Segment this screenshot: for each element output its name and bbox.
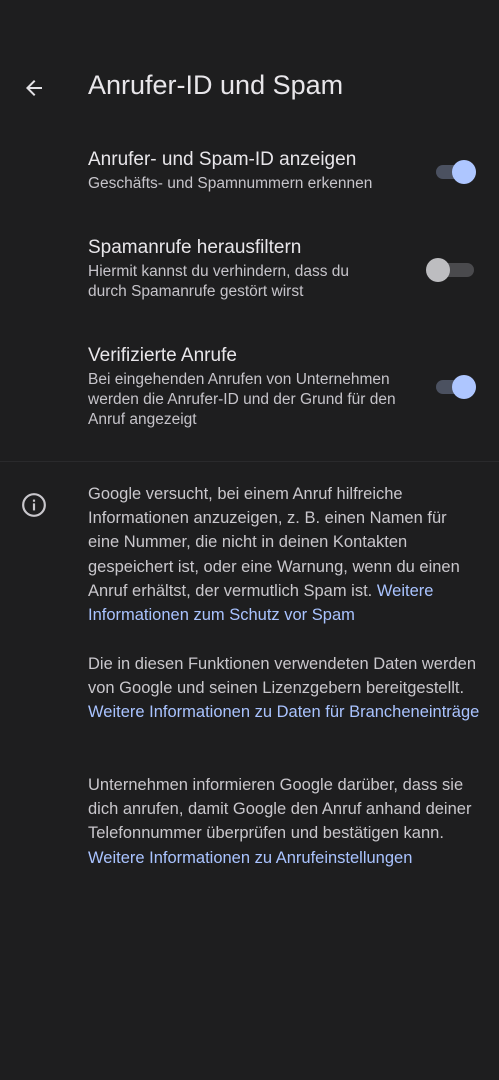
switch-thumb [426,258,450,282]
setting-description: Geschäfts- und Spamnummern erkennen [88,175,373,192]
setting-description: Bei eingehenden Anrufen von Unternehmen … [88,371,396,428]
setting-description: Hiermit kannst du verhindern, dass du du… [88,263,350,300]
back-button[interactable] [14,68,54,108]
info-paragraph: Google versucht, bei einem Anruf hilfrei… [88,482,480,627]
section-divider [0,461,499,462]
arrow-back-icon [26,80,42,96]
filter-spam-toggle[interactable] [426,258,476,282]
verified-calls-toggle[interactable] [434,375,478,399]
page-title: Anrufer-ID und Spam [88,70,344,100]
setting-verified-calls[interactable]: Verifizierte Anrufe Bei eingehenden Anru… [0,344,499,434]
info-paragraph: Die in diesen Funktionen verwendeten Dat… [88,652,480,725]
top-app-bar: Anrufer-ID und Spam [0,56,499,122]
setting-title: Verifizierte Anrufe [88,345,237,366]
setting-caller-spam-id[interactable]: Anrufer- und Spam-ID anzeigen Geschäfts-… [0,148,499,208]
setting-title: Anrufer- und Spam-ID anzeigen [88,149,357,170]
info-paragraph: Unternehmen informieren Google darüber, … [88,773,480,870]
switch-thumb [452,160,476,184]
caller-spam-id-toggle[interactable] [434,160,478,184]
setting-title: Spamanrufe herausfiltern [88,237,302,258]
info-text: Unternehmen informieren Google darüber, … [88,776,472,843]
info-icon [22,493,46,517]
switch-thumb [452,375,476,399]
info-text: Die in diesen Funktionen verwendeten Dat… [88,655,476,698]
setting-filter-spam[interactable]: Spamanrufe herausfiltern Hiermit kannst … [0,236,499,306]
business-listing-data-link[interactable]: Weitere Informationen zu Daten für Branc… [88,703,479,721]
call-settings-link[interactable]: Weitere Informationen zu Anrufeinstellun… [88,849,412,867]
